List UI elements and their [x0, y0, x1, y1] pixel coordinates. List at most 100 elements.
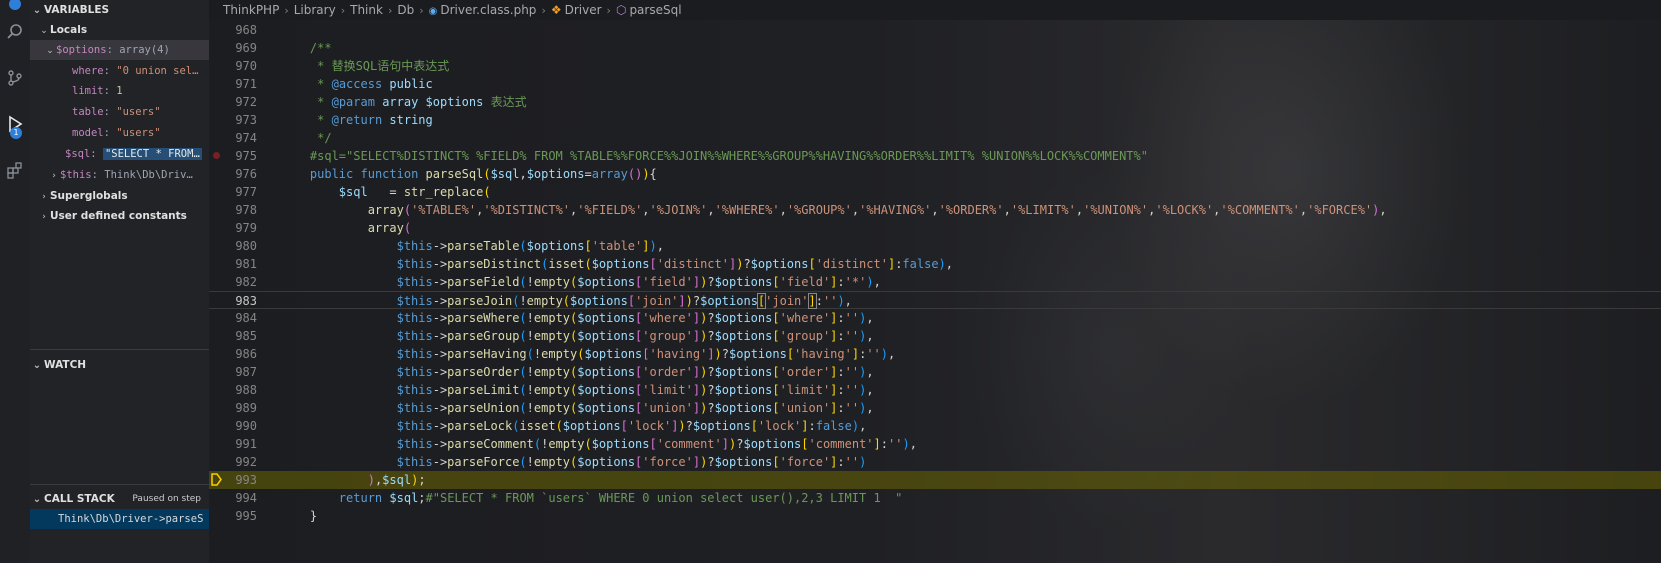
constants-scope[interactable]: › User defined constants [30, 206, 209, 226]
line-number: 968 [235, 23, 257, 37]
breadcrumb-file[interactable]: Driver.class.php [440, 3, 536, 17]
watch-section-header[interactable]: ⌄ WATCH [30, 355, 209, 375]
line-number: 973 [235, 113, 257, 127]
superglobals-label: Superglobals [50, 190, 128, 202]
code-line[interactable]: 986 $this->parseHaving(!empty($options['… [209, 345, 1661, 363]
breadcrumb-item[interactable]: Library [294, 3, 336, 17]
code-line[interactable]: 971 * @access public [209, 75, 1661, 93]
line-number: 987 [235, 365, 257, 379]
superglobals-scope[interactable]: › Superglobals [30, 186, 209, 206]
variable-options-model[interactable]: model: "users" [30, 123, 209, 143]
search-icon[interactable] [0, 18, 30, 46]
chevron-right-icon: › [52, 171, 56, 181]
code-line[interactable]: 976 public function parseSql($sql,$optio… [209, 165, 1661, 183]
breadcrumb-item[interactable]: ThinkPHP [223, 3, 279, 17]
code-line[interactable]: 984 $this->parseWhere(!empty($options['w… [209, 309, 1661, 327]
explorer-icon[interactable] [0, 0, 30, 18]
code-text: array('%TABLE%','%DISTINCT%','%FIELD%','… [367, 203, 1387, 217]
line-number: 971 [235, 77, 257, 91]
chevron-right-icon: › [340, 4, 346, 17]
code-line[interactable]: 980 $this->parseTable($options['table'])… [209, 237, 1661, 255]
code-line[interactable]: 990 $this->parseLock(isset($options['loc… [209, 417, 1661, 435]
code-line[interactable]: 989 $this->parseUnion(!empty($options['u… [209, 399, 1661, 417]
line-number: 976 [235, 167, 257, 181]
code-text: $this->parseJoin(!empty($options['join']… [396, 293, 852, 309]
breadcrumb-item[interactable]: Think [350, 3, 383, 17]
line-number: 991 [235, 437, 257, 451]
breadcrumb-method[interactable]: parseSql [629, 3, 681, 17]
code-text: * @param array $options 表达式 [309, 95, 527, 109]
variable-options[interactable]: ⌄ $options: array(4) [30, 40, 209, 60]
code-editor[interactable]: 968 969 /** 970 * 替换SQL语句中表达式 971 * @access… [209, 20, 1661, 563]
variable-this[interactable]: › $this: Think\Db\Driv… [30, 165, 209, 185]
variable-value: array(4) [119, 44, 170, 56]
variable-key: table [72, 106, 104, 118]
callstack-title: CALL STACK [44, 493, 115, 505]
code-text: * 替换SQL语句中表达式 [309, 59, 450, 73]
code-line[interactable]: 972 * @param array $options 表达式 [209, 93, 1661, 111]
variables-title: VARIABLES [44, 4, 110, 16]
callstack-status: Paused on step [132, 494, 201, 504]
code-line[interactable]: 992 $this->parseForce(!empty($options['f… [209, 453, 1661, 471]
line-number: 990 [235, 419, 257, 433]
code-line[interactable]: 991 $this->parseComment(!empty($options[… [209, 435, 1661, 453]
code-line[interactable]: 988 $this->parseLimit(!empty($options['l… [209, 381, 1661, 399]
code-line[interactable]: 983 $this->parseJoin(!empty($options['jo… [209, 291, 1661, 309]
code-line[interactable]: 995 } [209, 507, 1661, 525]
variable-value: Think\Db\Driv… [104, 169, 193, 181]
code-line[interactable]: 994 return $sql;#"SELECT * FROM `users` … [209, 489, 1661, 507]
variables-section-header[interactable]: ⌄ VARIABLES [30, 0, 209, 20]
code-line[interactable]: 981 $this->parseDistinct(isset($options[… [209, 255, 1661, 273]
code-text: $this->parseLock(isset($options['lock'])… [396, 419, 867, 433]
extensions-icon[interactable] [0, 156, 30, 184]
callstack-section-header[interactable]: ⌄ CALL STACK Paused on step [30, 489, 209, 509]
callstack-frame-label: Think\Db\Driver->parseS [58, 513, 204, 525]
breadcrumb-class[interactable]: Driver [565, 3, 602, 17]
line-number: 974 [235, 131, 257, 145]
code-line[interactable]: 974 */ [209, 129, 1661, 147]
code-text: $this->parseField(!empty($options['field… [396, 275, 881, 289]
code-line[interactable]: 985 $this->parseGroup(!empty($options['g… [209, 327, 1661, 345]
code-line[interactable]: 993 ),$sql); [209, 471, 1661, 489]
code-line[interactable]: 973 * @return string [209, 111, 1661, 129]
activity-bar: 1 [0, 0, 30, 563]
code-text: $this->parseComment(!empty($options['com… [396, 437, 917, 451]
line-number: 983 [235, 294, 257, 308]
code-text: #sql="SELECT%DISTINCT% %FIELD% FROM %TAB… [309, 149, 1148, 163]
code-line[interactable]: 978 array('%TABLE%','%DISTINCT%','%FIELD… [209, 201, 1661, 219]
line-number: 986 [235, 347, 257, 361]
chevron-right-icon: › [606, 4, 611, 17]
code-line[interactable]: 975 #sql="SELECT%DISTINCT% %FIELD% FROM … [209, 147, 1661, 165]
divider [30, 349, 209, 350]
class-icon: ❖ [550, 3, 562, 17]
chevron-down-icon: ⌄ [32, 494, 42, 505]
code-text: $this->parseUnion(!empty($options['union… [396, 401, 874, 415]
variable-key: where [72, 65, 104, 77]
line-number: 993 [235, 473, 257, 487]
code-text: $this->parseTable($options['table']), [396, 239, 664, 253]
chevron-right-icon: › [419, 4, 424, 17]
code-line[interactable]: 968 [209, 21, 1661, 39]
callstack-frame[interactable]: Think\Db\Driver->parseS [30, 509, 209, 529]
code-text: */ [309, 131, 332, 145]
source-control-icon[interactable] [0, 64, 30, 92]
debug-badge: 1 [10, 127, 22, 139]
code-line[interactable]: 969 /** [209, 39, 1661, 57]
variable-options-limit[interactable]: limit: 1 [30, 81, 209, 101]
variable-sql[interactable]: $sql: "SELECT * FROM… [30, 144, 209, 164]
code-line[interactable]: 982 $this->parseField(!empty($options['f… [209, 273, 1661, 291]
breadcrumb-item[interactable]: Db [397, 3, 414, 17]
chevron-right-icon: › [284, 4, 289, 17]
variable-value: "users" [116, 127, 161, 139]
code-line[interactable]: 977 $sql = str_replace( [209, 183, 1661, 201]
code-line[interactable]: 979 array( [209, 219, 1661, 237]
code-text: public function parseSql($sql,$options=a… [309, 167, 657, 181]
code-line[interactable]: 987 $this->parseOrder(!empty($options['o… [209, 363, 1661, 381]
variable-options-where[interactable]: where: "0 union sel… [30, 61, 209, 81]
variable-key: model [72, 127, 104, 139]
locals-scope[interactable]: ⌄ Locals [30, 20, 209, 40]
code-line[interactable]: 970 * 替换SQL语句中表达式 [209, 57, 1661, 75]
code-text: $this->parseHaving(!empty($options['havi… [396, 347, 896, 361]
line-number: 975 [235, 149, 257, 163]
variable-options-table[interactable]: table: "users" [30, 102, 209, 122]
